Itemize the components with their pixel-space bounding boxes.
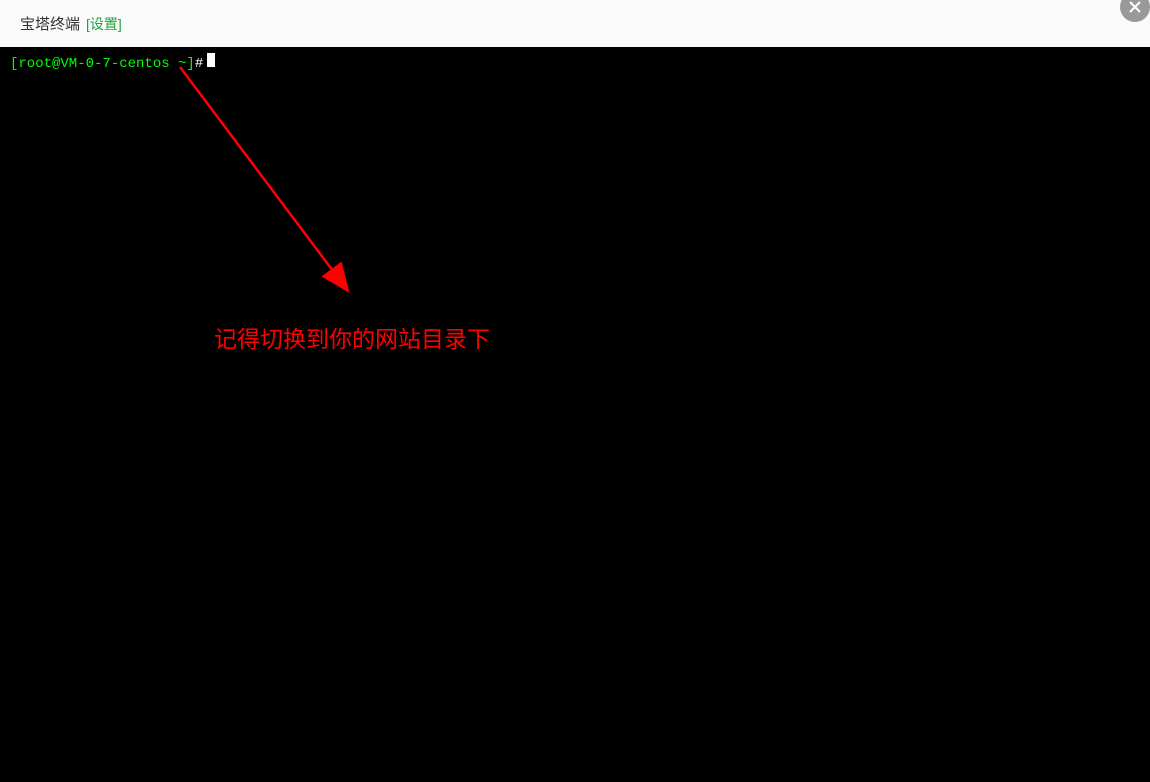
terminal-prompt-line: [root@VM-0-7-centos ~] # — [10, 53, 1140, 72]
close-button[interactable] — [1120, 0, 1150, 22]
terminal-cursor — [207, 53, 215, 67]
terminal-area[interactable]: [root@VM-0-7-centos ~] # 记得切换到你的网站目录下 — [0, 47, 1150, 782]
terminal-prompt-symbol: # — [195, 56, 203, 72]
header-title: 宝塔终端 — [20, 13, 80, 34]
settings-link[interactable]: 设置 — [86, 14, 122, 34]
terminal-header: 宝塔终端 设置 — [0, 0, 1150, 47]
close-icon — [1128, 0, 1142, 14]
annotation-text: 记得切换到你的网站目录下 — [214, 320, 490, 354]
terminal-prompt-userhost: [root@VM-0-7-centos ~] — [10, 56, 195, 72]
annotation-arrow — [175, 62, 375, 312]
